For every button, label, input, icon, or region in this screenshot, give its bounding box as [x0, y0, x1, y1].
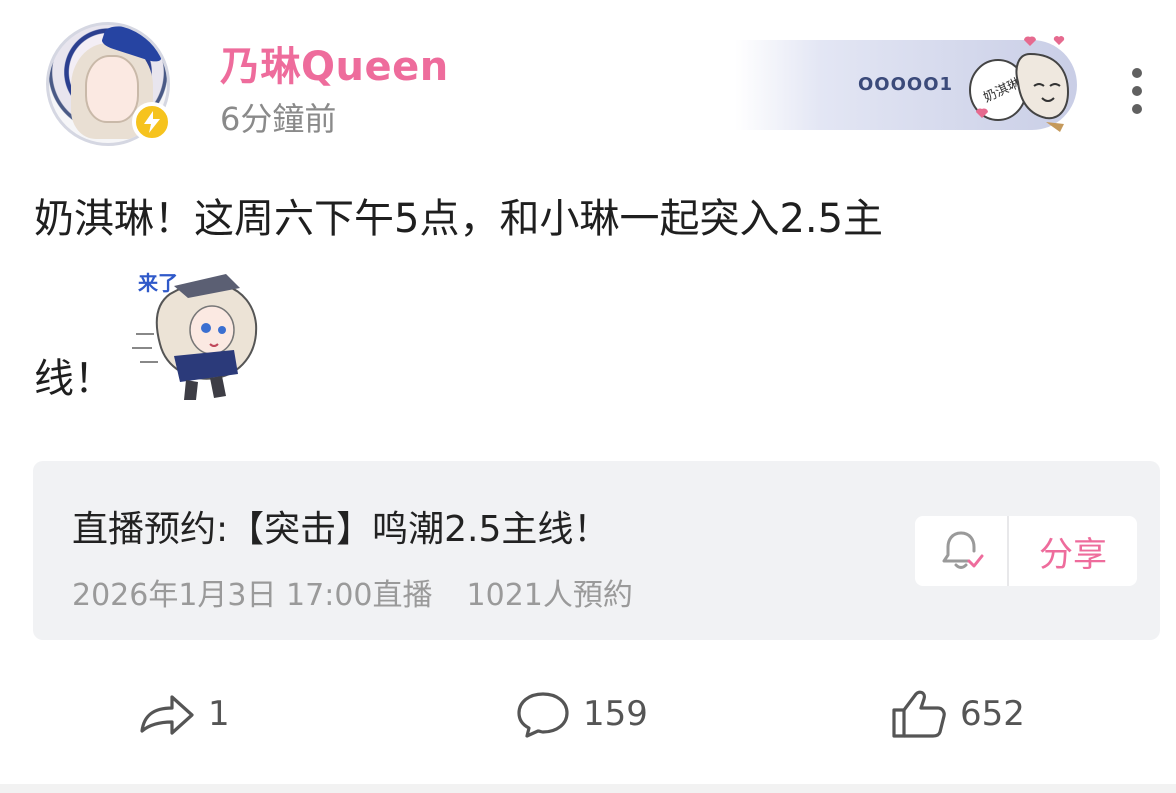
fan-badge-sticker: 奶淇琳: [969, 36, 1070, 132]
author-name[interactable]: 乃琳Queen: [220, 34, 449, 92]
sticker-text: 来了: [137, 271, 178, 295]
share-button[interactable]: 分享: [1009, 516, 1137, 586]
live-schedule: 2026年1月3日 17:00直播: [72, 578, 433, 613]
post-text-line-2: 线！: [34, 356, 114, 402]
post-time: 6分鐘前: [220, 100, 337, 138]
like-count: 652: [960, 694, 1025, 734]
live-title: 直播预约:【突击】鸣潮2.5主线！: [72, 509, 610, 550]
live-meta: 2026年1月3日 17:00直播 1021人預約: [72, 570, 633, 614]
live-reservations: 1021人預約: [466, 578, 633, 613]
forward-button[interactable]: 1: [138, 688, 230, 740]
author-avatar[interactable]: [38, 14, 188, 154]
reserve-button[interactable]: [915, 516, 1009, 586]
fan-badge-code: OOOOO1: [858, 74, 954, 95]
comment-icon: [517, 692, 569, 738]
thumbs-up-icon: [892, 690, 946, 738]
emote-sticker: 来了: [132, 271, 258, 400]
like-button[interactable]: 652: [890, 688, 1025, 740]
post-text-line-1: 奶淇琳！这周六下午5点，和小琳一起突入2.5主: [34, 196, 884, 242]
forward-icon: [140, 695, 194, 735]
comment-count: 159: [583, 694, 648, 734]
live-actions: 分享: [915, 516, 1137, 586]
bell-check-icon: [942, 531, 984, 569]
more-options-icon[interactable]: [1122, 68, 1152, 114]
forward-count: 1: [208, 694, 230, 734]
bottom-divider: [0, 784, 1176, 793]
lightning-icon: [132, 102, 172, 142]
comment-button[interactable]: 159: [515, 688, 648, 740]
